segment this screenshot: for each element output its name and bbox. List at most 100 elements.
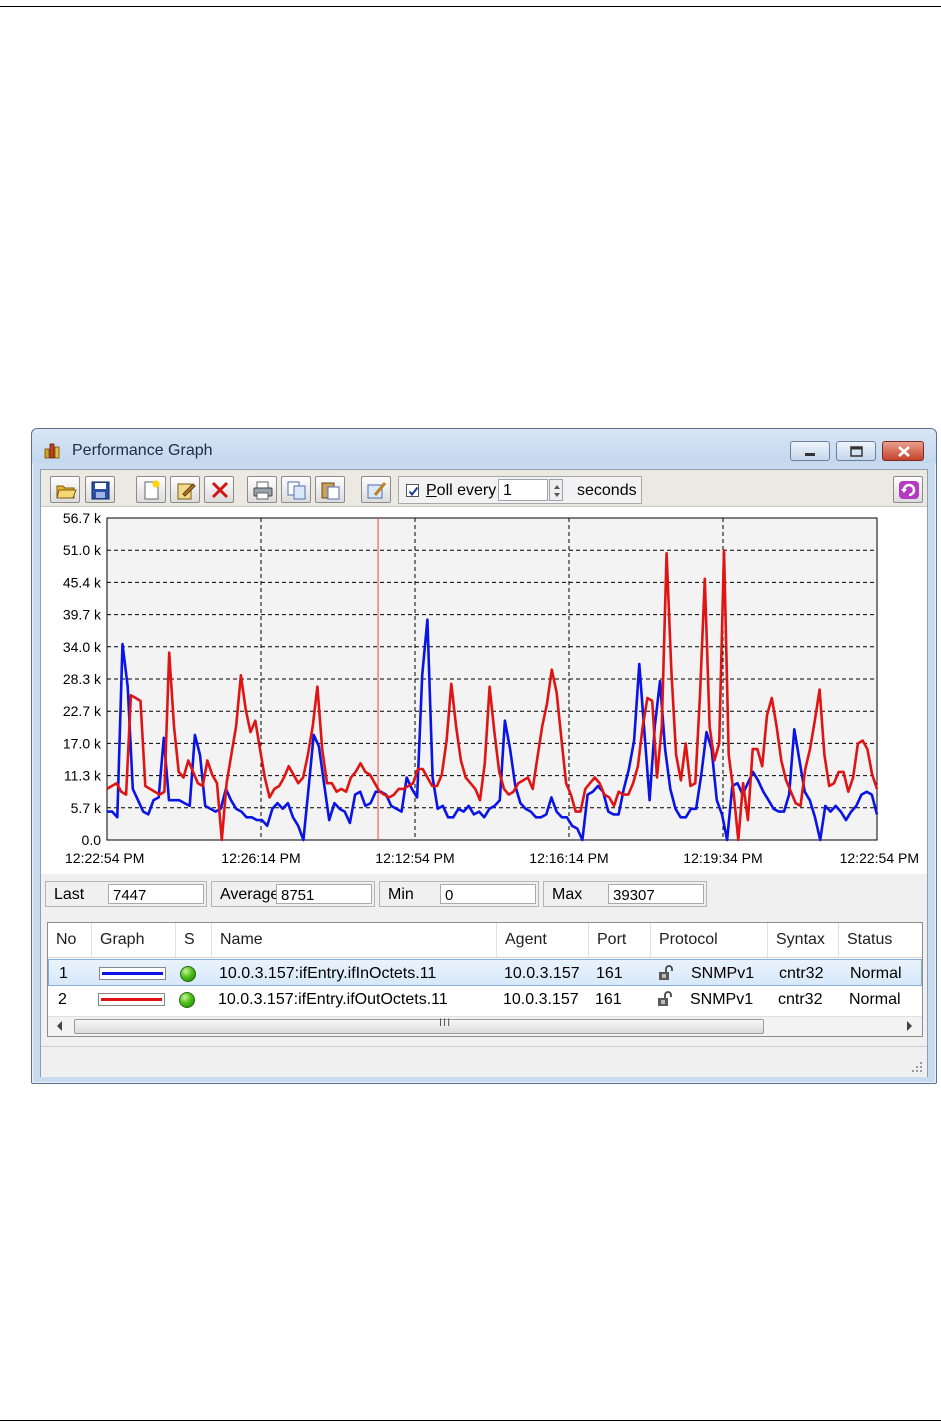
row-status: Normal	[849, 991, 901, 1008]
y-tick-label: 51.0 k	[63, 542, 102, 558]
properties-icon	[367, 482, 387, 499]
page-top-rule	[0, 6, 941, 7]
x-tick-label: 12:19:34 PM	[683, 850, 762, 866]
grid-header: No Graph S Name Agent Port Protocol Synt…	[48, 923, 922, 958]
y-tick-label: 5.7 k	[71, 800, 102, 816]
x-tick-label: 12:16:14 PM	[529, 850, 608, 866]
poll-label-rest: oll every	[436, 482, 497, 499]
row-syntax: cntr32	[779, 965, 824, 982]
column-status[interactable]: Status	[839, 923, 922, 957]
window-title: Performance Graph	[72, 442, 213, 459]
window-client-area: Poll every 1 seconds 0.0 5.7 k 11.3 k 17.0 …	[40, 469, 928, 1077]
open-button[interactable]	[50, 476, 80, 503]
print-button[interactable]	[247, 476, 277, 503]
column-syntax[interactable]: Syntax	[768, 923, 839, 957]
performance-graph-window: Performance Graph Poll every 1 seconds 0…	[31, 428, 937, 1084]
x-tick-label: 12:26:14 PM	[221, 850, 300, 866]
green-status-icon	[180, 966, 196, 982]
y-tick-label: 39.7 k	[63, 607, 102, 623]
paste-button[interactable]	[315, 476, 345, 503]
max-label: Max	[552, 886, 583, 903]
counters-grid: No Graph S Name Agent Port Protocol Synt…	[47, 922, 923, 1037]
status-bar	[41, 1046, 927, 1077]
min-stat: Min 0	[379, 881, 539, 907]
column-agent[interactable]: Agent	[497, 923, 589, 957]
page-bottom-rule	[0, 1420, 941, 1421]
row-agent: 10.0.3.157	[503, 991, 579, 1008]
poll-interval-input[interactable]: 1	[498, 479, 548, 501]
delete-icon	[211, 481, 229, 499]
maximize-button[interactable]	[836, 441, 876, 461]
row-protocol: SNMPv1	[691, 965, 755, 982]
chart-svg: 0.0 5.7 k 11.3 k 17.0 k 22.7 k 28.3 k 34.0 k 39…	[63, 510, 919, 866]
column-protocol[interactable]: Protocol	[651, 923, 768, 957]
graph-legend-swatch	[99, 967, 166, 980]
poll-checkbox[interactable]	[406, 484, 419, 497]
save-button[interactable]	[85, 476, 115, 503]
average-stat: Average 8751	[211, 881, 375, 907]
scrollbar-thumb[interactable]: III	[74, 1017, 764, 1034]
table-row[interactable]: 2 10.0.3.157:ifEntry.ifOutOctets.11 10.0…	[48, 986, 922, 1013]
row-name: 10.0.3.157:ifEntry.ifOutOctets.11	[218, 991, 448, 1008]
lock-icon	[658, 991, 672, 1006]
y-tick-label: 28.3 k	[63, 671, 102, 687]
horizontal-scrollbar[interactable]: III	[48, 1016, 922, 1036]
last-stat: Last 7447	[45, 881, 207, 907]
edit-button[interactable]	[170, 476, 200, 503]
stats-bar: Last 7447 Average 8751 Min 0 Max 39307	[41, 875, 927, 913]
paste-icon	[321, 482, 340, 500]
row-syntax: cntr32	[778, 991, 823, 1008]
row-status: Normal	[850, 965, 902, 982]
performance-chart[interactable]: 0.0 5.7 k 11.3 k 17.0 k 22.7 k 28.3 k 34.0 k 39…	[41, 507, 927, 874]
poll-interval-spinner[interactable]	[549, 479, 563, 501]
row-agent: 10.0.3.157	[504, 965, 580, 982]
edit-icon	[177, 483, 196, 500]
row-no: 2	[58, 991, 67, 1008]
close-button[interactable]	[882, 441, 924, 461]
delete-button[interactable]	[204, 476, 234, 503]
green-status-icon	[179, 992, 195, 1008]
y-tick-label: 0.0	[82, 832, 102, 848]
average-label: Average	[220, 886, 280, 903]
x-tick-label: 12:22:54 PM	[840, 850, 919, 866]
new-icon	[144, 480, 160, 500]
poll-group: Poll every 1 seconds	[398, 476, 642, 504]
graph-legend-swatch	[98, 993, 165, 1006]
resize-grip-icon[interactable]	[911, 1061, 923, 1073]
max-stat: Max 39307	[543, 881, 707, 907]
minimize-button[interactable]	[790, 441, 830, 461]
refresh-button[interactable]	[893, 476, 923, 503]
open-folder-icon	[56, 485, 77, 499]
y-tick-label: 56.7 k	[63, 510, 102, 526]
column-no[interactable]: No	[48, 923, 92, 957]
toolbar: Poll every 1 seconds	[41, 470, 927, 507]
column-name[interactable]: Name	[212, 923, 497, 957]
seconds-label: seconds	[577, 482, 637, 499]
row-name: 10.0.3.157:ifEntry.ifInOctets.11	[219, 965, 437, 982]
poll-label-accelerator: P	[426, 482, 437, 499]
y-tick-label: 45.4 k	[63, 574, 102, 590]
save-icon	[91, 481, 110, 500]
y-tick-label: 22.7 k	[63, 703, 102, 719]
table-row[interactable]: 1 10.0.3.157:ifEntry.ifInOctets.11 10.0.…	[48, 959, 922, 986]
print-icon	[253, 481, 273, 500]
graph-legend-line	[101, 998, 162, 1001]
column-port[interactable]: Port	[589, 923, 651, 957]
row-port: 161	[596, 965, 623, 982]
scroll-left-icon[interactable]	[56, 1021, 64, 1031]
check-icon	[408, 486, 419, 497]
y-tick-label: 17.0 k	[63, 735, 102, 751]
lock-icon	[659, 965, 673, 980]
poll-label[interactable]: Poll every	[426, 482, 496, 500]
new-button[interactable]	[136, 476, 166, 503]
min-value: 0	[440, 884, 536, 904]
title-bar[interactable]: Performance Graph	[32, 429, 936, 463]
copy-button[interactable]	[281, 476, 311, 503]
y-tick-label: 11.3 k	[64, 768, 102, 784]
scroll-right-icon[interactable]	[906, 1021, 914, 1031]
column-graph[interactable]: Graph	[92, 923, 176, 957]
column-s[interactable]: S	[176, 923, 212, 957]
row-protocol: SNMPv1	[690, 991, 754, 1008]
properties-button[interactable]	[361, 476, 391, 503]
bar-chart-icon	[44, 441, 62, 459]
